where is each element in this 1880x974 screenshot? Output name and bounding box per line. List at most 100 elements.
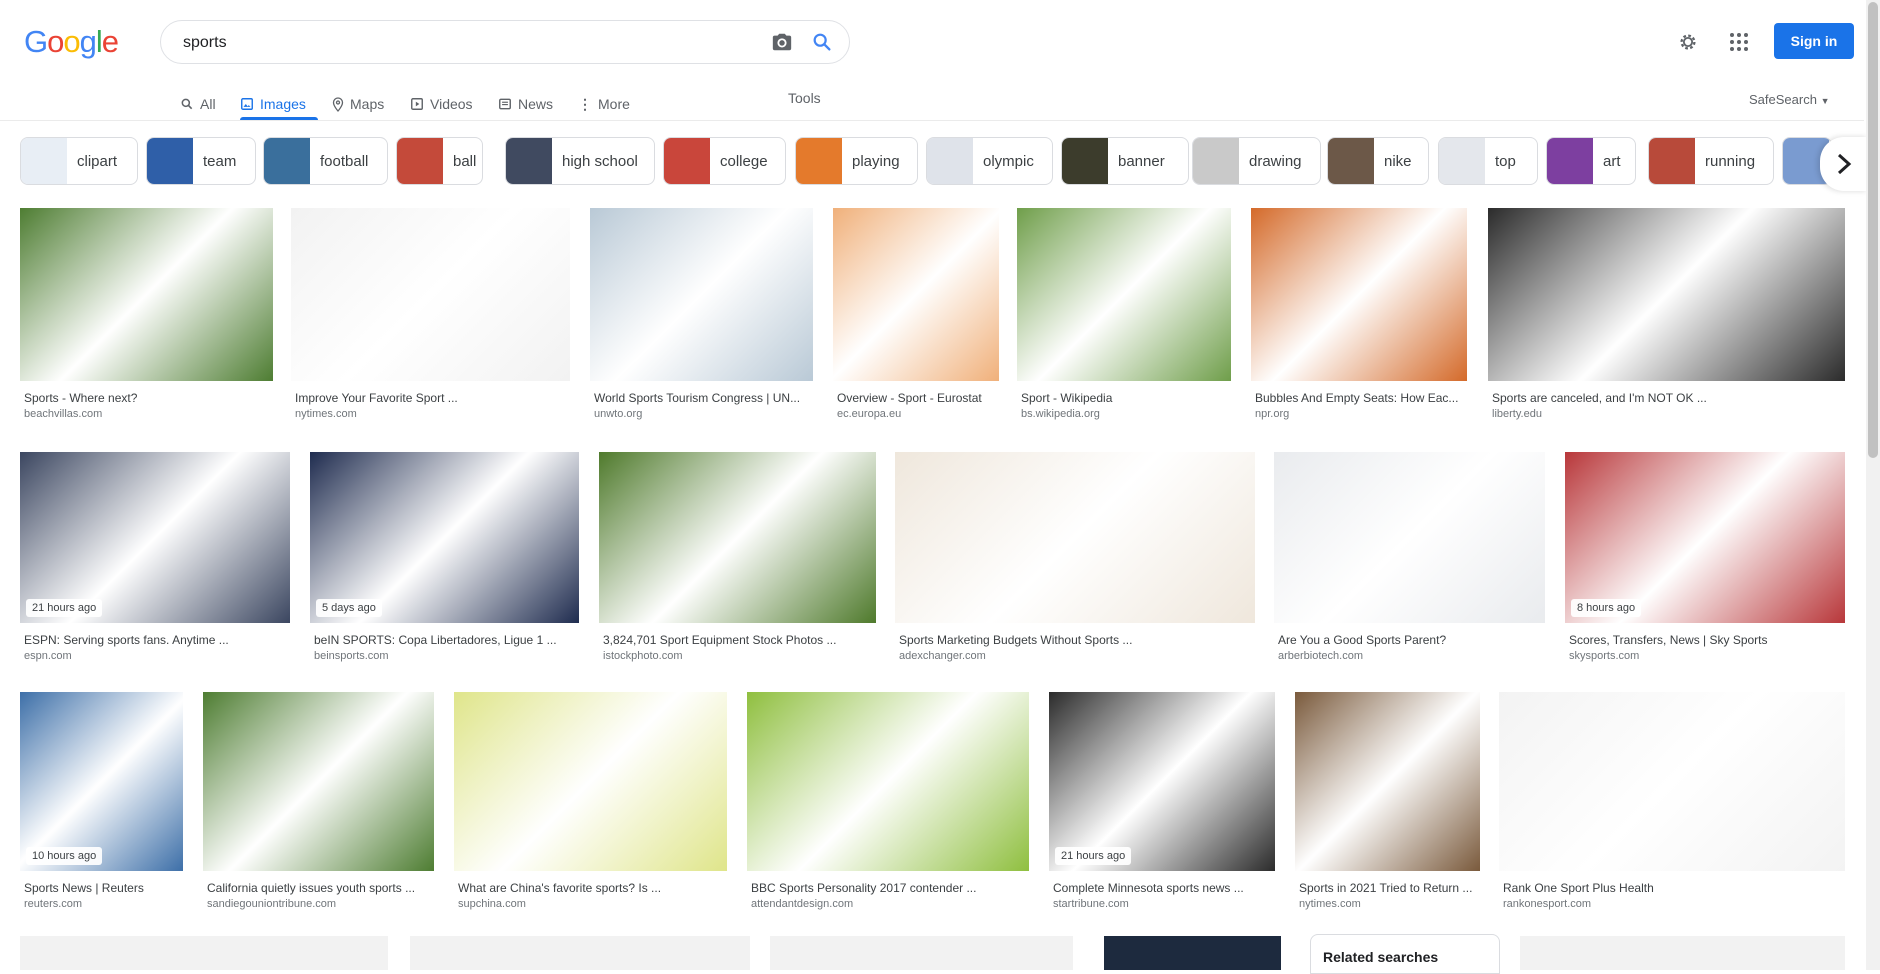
image-caption[interactable]: Are You a Good Sports Parent? <box>1278 633 1541 647</box>
image-thumbnail <box>747 692 1029 871</box>
apps-grid-icon[interactable] <box>1730 33 1748 56</box>
image-source[interactable]: unwto.org <box>594 408 809 420</box>
image-result-thumbnail[interactable]: 8 hours ago <box>1565 452 1845 623</box>
image-source[interactable]: attendantdesign.com <box>751 898 1025 910</box>
image-caption[interactable]: Sports are canceled, and I'm NOT OK ... <box>1492 391 1841 405</box>
image-source[interactable]: nytimes.com <box>295 408 566 420</box>
chip-college[interactable]: college <box>663 137 786 185</box>
chip-art[interactable]: art <box>1546 137 1636 185</box>
image-result-thumbnail[interactable] <box>1499 692 1845 871</box>
image-result-thumbnail[interactable] <box>1488 208 1845 381</box>
tab-more[interactable]: ⋮ More <box>578 88 630 120</box>
search-icon[interactable] <box>811 31 833 58</box>
chip-thumbnail <box>1328 138 1374 184</box>
image-source[interactable]: beachvillas.com <box>24 408 269 420</box>
image-result-thumbnail[interactable] <box>833 208 999 381</box>
image-source[interactable]: beinsports.com <box>314 650 575 662</box>
image-source[interactable]: espn.com <box>24 650 286 662</box>
logo-letter: e <box>101 24 119 59</box>
chip-clipart[interactable]: clipart <box>20 137 138 185</box>
image-result-thumbnail[interactable]: 10 hours ago <box>20 692 183 871</box>
image-source[interactable]: arberbiotech.com <box>1278 650 1541 662</box>
image-result-thumbnail[interactable] <box>20 936 388 970</box>
image-caption[interactable]: Sports Marketing Budgets Without Sports … <box>899 633 1251 647</box>
image-source[interactable]: adexchanger.com <box>899 650 1251 662</box>
image-source[interactable]: nytimes.com <box>1299 898 1476 910</box>
image-source[interactable]: istockphoto.com <box>603 650 872 662</box>
image-result-thumbnail[interactable] <box>20 208 273 381</box>
sign-in-button[interactable]: Sign in <box>1774 23 1854 59</box>
image-caption[interactable]: ESPN: Serving sports fans. Anytime ... <box>24 633 286 647</box>
chip-olympic[interactable]: olympic <box>926 137 1053 185</box>
image-source[interactable]: npr.org <box>1255 408 1463 420</box>
image-caption[interactable]: Improve Your Favorite Sport ... <box>295 391 566 405</box>
tab-videos[interactable]: Videos <box>410 88 473 120</box>
google-logo[interactable]: Google <box>24 24 119 60</box>
image-result-thumbnail[interactable]: 5 days ago <box>310 452 579 623</box>
image-result-thumbnail[interactable]: 21 hours ago <box>1049 692 1275 871</box>
image-caption[interactable]: Sports in 2021 Tried to Return ... <box>1299 881 1476 895</box>
chip-playing[interactable]: playing <box>795 137 918 185</box>
safesearch-dropdown[interactable]: SafeSearch ▼ <box>1749 92 1829 107</box>
chip-scroll-next-button[interactable] <box>1820 137 1868 191</box>
image-result-thumbnail[interactable] <box>454 692 727 871</box>
chip-ball[interactable]: ball <box>396 137 483 185</box>
tab-all[interactable]: All <box>180 88 216 120</box>
image-source[interactable]: rankonesport.com <box>1503 898 1841 910</box>
image-result-thumbnail[interactable] <box>1520 936 1845 970</box>
image-caption[interactable]: BBC Sports Personality 2017 contender ..… <box>751 881 1025 895</box>
settings-gear-icon[interactable] <box>1677 31 1699 58</box>
image-source[interactable]: ec.europa.eu <box>837 408 995 420</box>
chip-high-school[interactable]: high school <box>505 137 655 185</box>
image-caption[interactable]: Sport - Wikipedia <box>1021 391 1227 405</box>
image-caption[interactable]: Sports - Where next? <box>24 391 269 405</box>
image-source[interactable]: liberty.edu <box>1492 408 1841 420</box>
image-result-thumbnail[interactable] <box>1295 692 1480 871</box>
image-result-thumbnail[interactable] <box>590 208 813 381</box>
chip-football[interactable]: football <box>263 137 388 185</box>
chip-team[interactable]: team <box>146 137 256 185</box>
image-source[interactable]: startribune.com <box>1053 898 1271 910</box>
image-result-thumbnail[interactable] <box>770 936 1073 970</box>
image-result-thumbnail[interactable]: 21 hours ago <box>20 452 290 623</box>
image-caption[interactable]: 3,824,701 Sport Equipment Stock Photos .… <box>603 633 872 647</box>
image-result-thumbnail[interactable] <box>1274 452 1545 623</box>
tools-button[interactable]: Tools <box>788 90 821 106</box>
related-searches-card[interactable]: Related searches <box>1310 934 1500 974</box>
image-source[interactable]: supchina.com <box>458 898 723 910</box>
chip-running[interactable]: running <box>1648 137 1774 185</box>
tab-images[interactable]: Images <box>240 88 306 120</box>
tab-news[interactable]: News <box>498 88 553 120</box>
search-input[interactable] <box>181 31 745 55</box>
image-caption[interactable]: California quietly issues youth sports .… <box>207 881 430 895</box>
chip-banner[interactable]: banner <box>1061 137 1189 185</box>
image-caption[interactable]: Scores, Transfers, News | Sky Sports <box>1569 633 1841 647</box>
image-caption[interactable]: What are China's favorite sports? Is ... <box>458 881 723 895</box>
chip-drawing[interactable]: drawing <box>1192 137 1321 185</box>
camera-icon[interactable] <box>771 31 793 58</box>
image-source[interactable]: reuters.com <box>24 898 179 910</box>
chip-nike[interactable]: nike <box>1327 137 1429 185</box>
image-result-thumbnail[interactable] <box>1017 208 1231 381</box>
image-caption[interactable]: Complete Minnesota sports news ... <box>1053 881 1271 895</box>
image-result-thumbnail[interactable] <box>1251 208 1467 381</box>
image-caption[interactable]: Sports News | Reuters <box>24 881 179 895</box>
scrollbar-thumb[interactable] <box>1868 2 1878 458</box>
image-result-thumbnail[interactable] <box>291 208 570 381</box>
image-caption[interactable]: Rank One Sport Plus Health <box>1503 881 1841 895</box>
image-result-thumbnail[interactable] <box>747 692 1029 871</box>
image-caption[interactable]: Bubbles And Empty Seats: How Eac... <box>1255 391 1463 405</box>
chip-top[interactable]: top <box>1438 137 1538 185</box>
image-source[interactable]: sandiegouniontribune.com <box>207 898 430 910</box>
image-result-thumbnail[interactable] <box>895 452 1255 623</box>
image-result-thumbnail[interactable] <box>599 452 876 623</box>
image-result-thumbnail[interactable] <box>410 936 750 970</box>
image-result-thumbnail[interactable] <box>1104 936 1281 970</box>
image-source[interactable]: bs.wikipedia.org <box>1021 408 1227 420</box>
image-result-thumbnail[interactable] <box>203 692 434 871</box>
tab-maps[interactable]: Maps <box>332 88 384 120</box>
image-caption[interactable]: beIN SPORTS: Copa Libertadores, Ligue 1 … <box>314 633 575 647</box>
image-source[interactable]: skysports.com <box>1569 650 1841 662</box>
image-caption[interactable]: Overview - Sport - Eurostat <box>837 391 995 405</box>
image-caption[interactable]: World Sports Tourism Congress | UN... <box>594 391 809 405</box>
